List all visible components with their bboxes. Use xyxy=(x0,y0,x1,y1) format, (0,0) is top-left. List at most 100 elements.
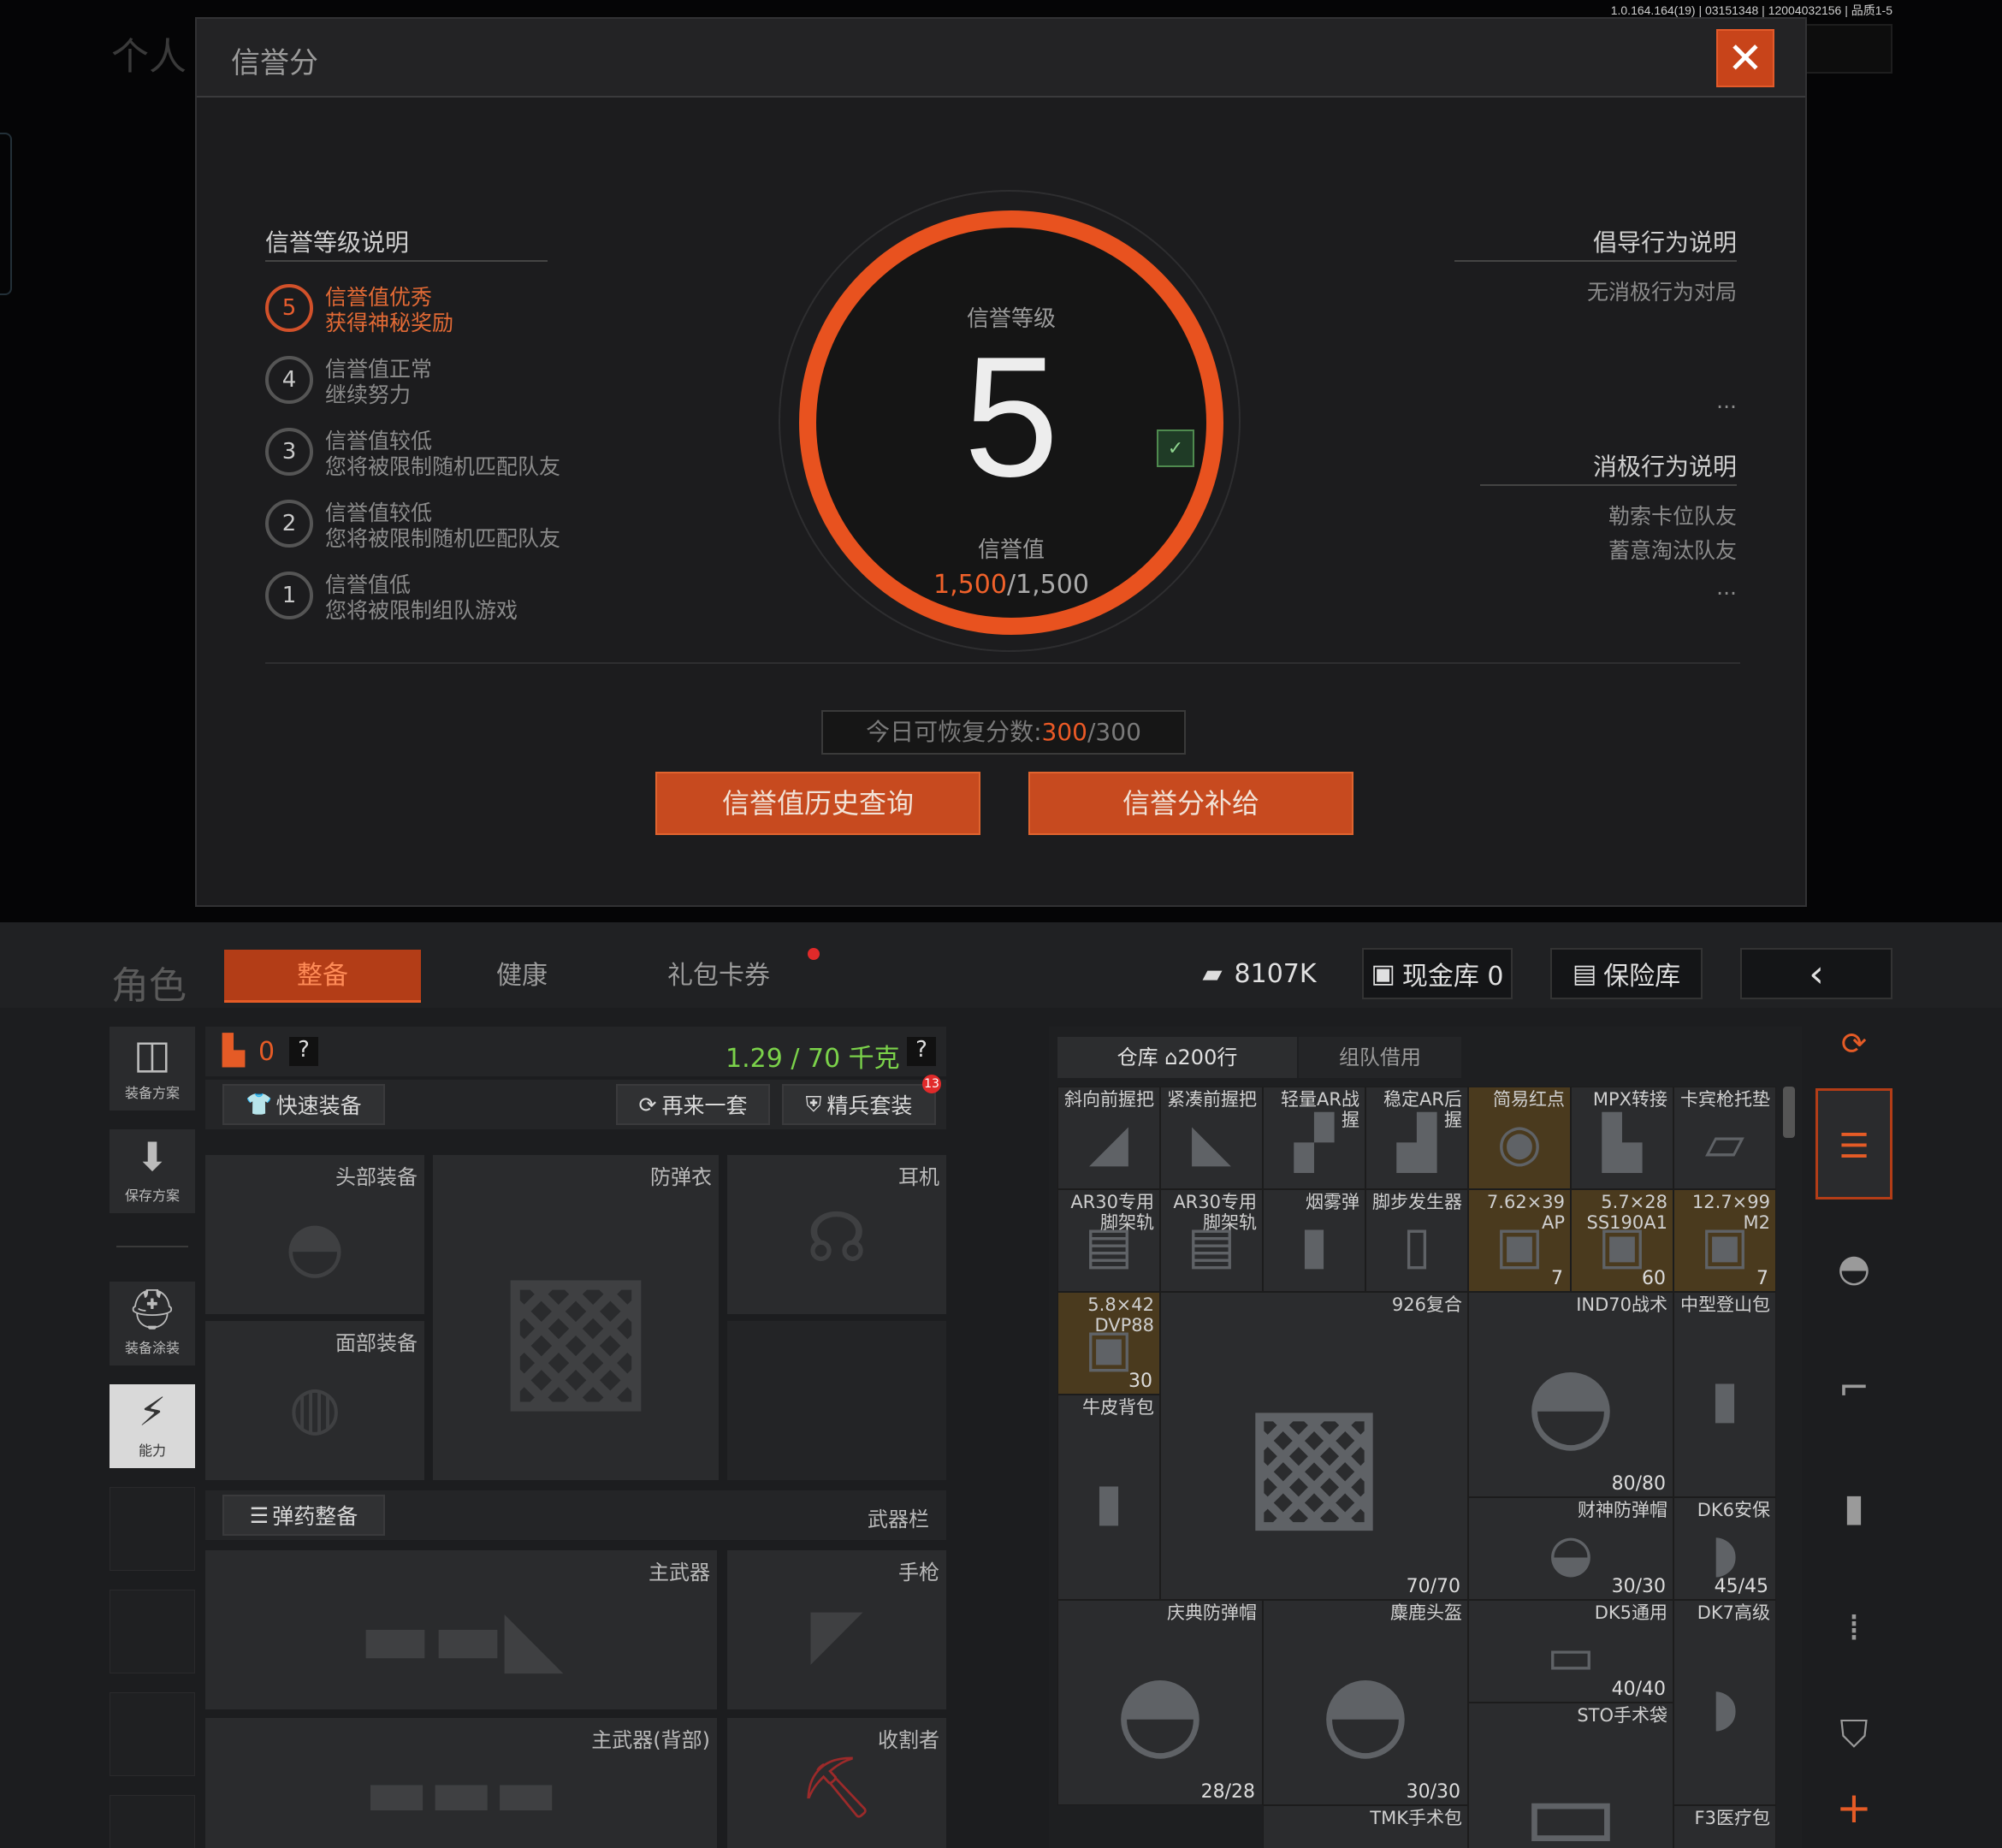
warehouse-item[interactable]: 5.8×42 DVP88 ▣ 30 xyxy=(1057,1292,1160,1395)
elite-set-button[interactable]: ⛨ 精兵套装 xyxy=(782,1084,936,1125)
quick-equip-button[interactable]: 👕 快速装备 xyxy=(222,1084,385,1125)
warehouse-item[interactable]: DK5通用 ▭ 40/40 xyxy=(1468,1600,1673,1703)
warehouse-tab[interactable]: 仓库 ⌂200行 xyxy=(1057,1037,1297,1078)
scrollbar[interactable] xyxy=(1783,1087,1795,1138)
gauge-value-current: 1,500 xyxy=(933,570,1007,600)
filter-magazine[interactable]: ▮ xyxy=(1815,1453,1892,1564)
warehouse-item[interactable]: 脚步发生器 ▯ xyxy=(1365,1189,1468,1292)
warehouse-item[interactable]: IND70战术 ◓ 80/80 xyxy=(1468,1292,1673,1497)
warehouse-item[interactable]: 简易红点 ◉ xyxy=(1468,1087,1571,1189)
item-count: 7 xyxy=(1551,1268,1563,1289)
warehouse-item[interactable]: 12.7×99 M2 ▣ 7 xyxy=(1673,1189,1776,1292)
melee-slot[interactable]: 收割者 ⛏ xyxy=(727,1718,946,1848)
head-slot[interactable]: 头部装备 ◓ xyxy=(205,1155,424,1314)
shield-icon: ⛨ xyxy=(805,1092,822,1116)
tab-gift-cards[interactable]: 礼包卡券 xyxy=(625,950,813,1003)
warehouse-item[interactable]: 7.62×39 AP ▣ 7 xyxy=(1468,1189,1571,1292)
filter-helmet[interactable]: ◓ xyxy=(1815,1213,1892,1324)
history-query-button[interactable]: 信誉值历史查询 xyxy=(655,772,980,835)
again-button[interactable]: ⟳ 再来一套 xyxy=(616,1084,770,1125)
item-name: 紧凑前握把 xyxy=(1167,1089,1257,1110)
filter-attachment[interactable]: ⛉ xyxy=(1815,1692,1892,1778)
ammo-equip-button[interactable]: ☰ 弹药整备 xyxy=(222,1495,385,1536)
warehouse-item[interactable]: 5.7×28 SS190A1 ▣ 60 xyxy=(1571,1189,1673,1292)
filter-all[interactable]: ☰ xyxy=(1815,1088,1892,1199)
lightning-icon: ⚡ xyxy=(138,1389,167,1435)
earphone-slot[interactable]: 耳机 ☊ xyxy=(727,1155,946,1314)
item-icon: ▙ xyxy=(1602,1113,1643,1173)
left-edge-tab xyxy=(0,133,12,295)
warehouse-item[interactable]: DK6安保 ◗ 45/45 xyxy=(1673,1497,1776,1600)
item-icon: ▣ xyxy=(1700,1216,1750,1276)
level-row: 4 信誉值正常 继续努力 xyxy=(265,347,607,412)
chevron-left-icon: ‹ xyxy=(1809,951,1824,996)
equipment-plan-button[interactable]: ◫ 装备方案 xyxy=(110,1027,195,1111)
cash-vault-button[interactable]: ▣ 现金库 0 xyxy=(1362,948,1513,999)
vest-slot[interactable]: 防弹衣 ▩ xyxy=(433,1155,719,1480)
ability-button[interactable]: ⚡ 能力 xyxy=(110,1384,195,1468)
back-button[interactable]: ‹ xyxy=(1740,948,1892,999)
level-desc: 您将被限制组队游戏 xyxy=(325,598,518,623)
warehouse-item[interactable]: MPX转接 ▙ xyxy=(1571,1087,1673,1189)
warehouse-item[interactable]: 卡宾枪托垫 ▱ xyxy=(1673,1087,1776,1189)
character-equipment-screen: 1.0.164.164(19) | 03151348 | 12004032156… xyxy=(0,922,2002,1848)
safe-icon: ▤ xyxy=(1572,958,1597,989)
item-count: 45/45 xyxy=(1714,1576,1768,1597)
negative-item: 勒索卡位队友 xyxy=(1608,504,1737,529)
warehouse-item[interactable]: 麋鹿头盔 ◓ 30/30 xyxy=(1263,1600,1468,1805)
empty-slot xyxy=(110,1692,195,1776)
empty-slot xyxy=(110,1487,195,1571)
add-button[interactable]: + xyxy=(1815,1778,1892,1838)
warehouse-item[interactable]: F3医疗包 ▭ xyxy=(1673,1805,1776,1848)
again-label: 再来一套 xyxy=(661,1093,748,1118)
filter-weapon[interactable]: ⌐ xyxy=(1815,1333,1892,1444)
warehouse-item[interactable]: AR30专用脚架轨 ▤ xyxy=(1160,1189,1263,1292)
secondary-weapon-slot[interactable]: 主武器(背部) ▬▬▬ xyxy=(205,1718,717,1848)
warehouse-item[interactable]: 斜向前握把 ◢ xyxy=(1057,1087,1160,1189)
side-label: 装备涂装 xyxy=(124,1340,180,1356)
warehouse-item[interactable]: 紧凑前握把 ◣ xyxy=(1160,1087,1263,1189)
item-name: DK7高级 xyxy=(1697,1602,1770,1623)
item-name: 中型登山包 xyxy=(1680,1294,1770,1315)
recover-label: 今日可恢复分数: xyxy=(866,718,1042,746)
warehouse-item[interactable]: 稳定AR后握 ▟ xyxy=(1365,1087,1468,1189)
filter-ammo[interactable]: ⁞ xyxy=(1815,1573,1892,1684)
warehouse-item[interactable]: 庆典防弹帽 ◓ 28/28 xyxy=(1057,1600,1263,1805)
warehouse-item[interactable]: 926复合 ▩ 70/70 xyxy=(1160,1292,1468,1600)
tab-prepare[interactable]: 整备 xyxy=(224,950,421,1003)
help-icon[interactable]: ? xyxy=(907,1037,936,1066)
warehouse-item[interactable]: TMK手术包 ▭ xyxy=(1263,1805,1468,1848)
team-borrow-tab[interactable]: 组队借用 xyxy=(1299,1037,1461,1078)
item-name: 简易红点 xyxy=(1493,1089,1565,1110)
recover-current: 300 xyxy=(1041,718,1087,746)
warehouse-item[interactable]: 财神防弹帽 ◒ 30/30 xyxy=(1468,1497,1673,1600)
warehouse-item[interactable]: DK7高级 ◗ xyxy=(1673,1600,1776,1805)
sort-button[interactable]: ⟳ xyxy=(1815,1027,1892,1087)
warehouse-item[interactable]: AR30专用脚架轨 ▤ xyxy=(1057,1189,1160,1292)
face-slot[interactable]: 面部装备 ◍ xyxy=(205,1321,424,1480)
item-name: 926复合 xyxy=(1391,1294,1462,1315)
primary-weapon-slot[interactable]: 主武器 ▬▬◣ xyxy=(205,1550,717,1709)
pistol-slot[interactable]: 手枪 ◤ xyxy=(727,1550,946,1709)
warehouse-item[interactable]: 中型登山包 ▮ xyxy=(1673,1292,1776,1497)
level-desc: 您将被限制随机匹配队友 xyxy=(325,526,561,551)
level-desc: 您将被限制随机匹配队友 xyxy=(325,454,561,479)
item-name: IND70战术 xyxy=(1576,1294,1667,1315)
equipment-skin-button[interactable]: ⛑ 装备涂装 xyxy=(110,1282,195,1365)
ammo-bar: ☰ 弹药整备 武器栏 xyxy=(205,1490,946,1540)
safe-button[interactable]: ▤ 保险库 xyxy=(1550,948,1703,999)
close-button[interactable]: ✕ xyxy=(1716,29,1774,87)
help-icon[interactable]: ? xyxy=(289,1037,318,1066)
tab-health[interactable]: 健康 xyxy=(428,950,616,1003)
dialog-title: 信誉分 xyxy=(231,46,318,80)
positive-item: 无消极行为对局 xyxy=(1586,280,1737,305)
credit-supply-button[interactable]: 信誉分补给 xyxy=(1028,772,1353,835)
warehouse-item[interactable]: STO手术袋 ▭ xyxy=(1468,1703,1673,1848)
warehouse-item[interactable]: 牛皮背包 ▮ xyxy=(1057,1395,1160,1600)
warehouse-item[interactable]: 轻量AR战握 ▞ xyxy=(1263,1087,1365,1189)
save-plan-button[interactable]: ⬇ 保存方案 xyxy=(110,1129,195,1213)
background-page-title: 个人 xyxy=(111,35,187,79)
empty-slot xyxy=(110,1590,195,1673)
sort-icon: ⟳ xyxy=(1840,1027,1868,1062)
warehouse-item[interactable]: 烟雾弹 ▮ xyxy=(1263,1189,1365,1292)
